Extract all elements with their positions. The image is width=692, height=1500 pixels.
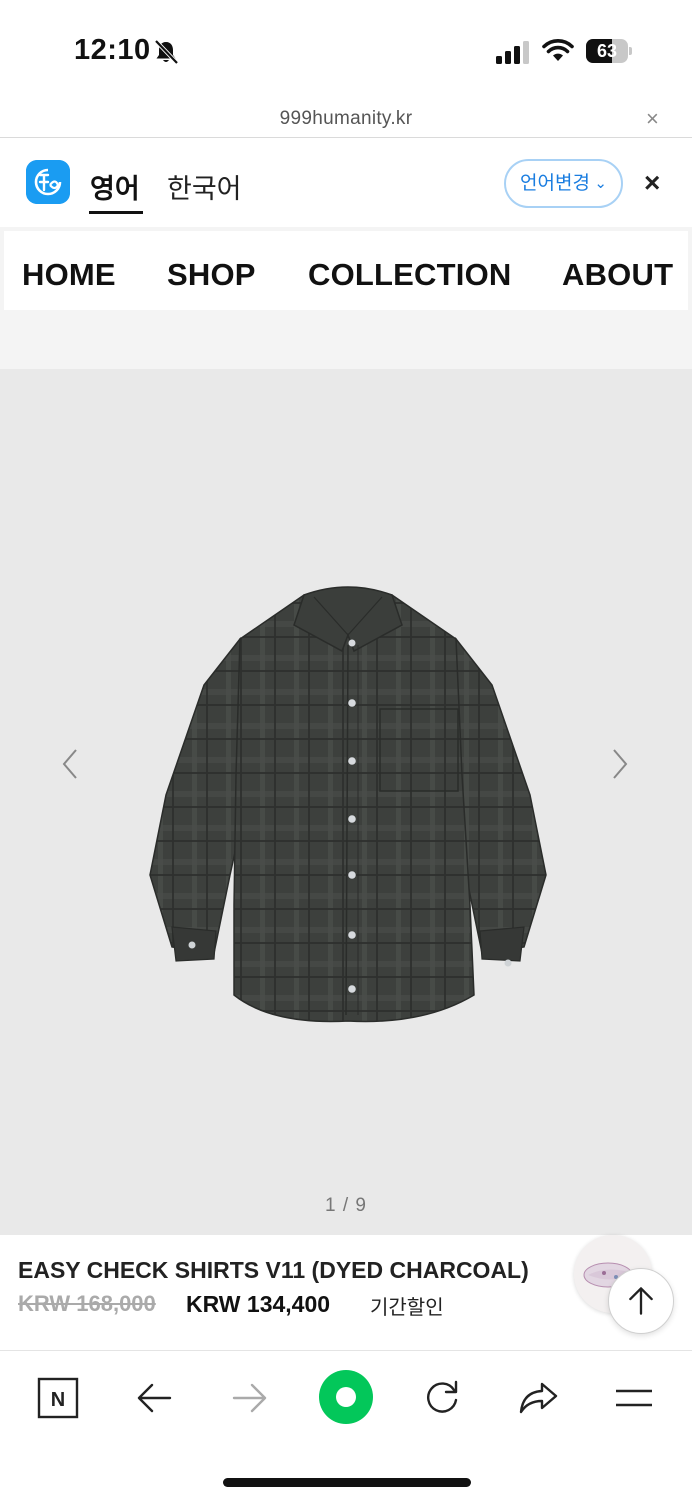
tab-english[interactable]: 영어: [90, 167, 140, 206]
wifi-icon: [542, 39, 574, 61]
naver-n-label: N: [51, 1389, 65, 1411]
nav-item-shop[interactable]: SHOP: [167, 257, 256, 293]
site-nav-wrapper: HOME SHOP COLLECTION ABOUT: [0, 227, 692, 369]
scroll-top-button[interactable]: [608, 1268, 674, 1334]
change-language-button[interactable]: 언어변경 ⌄: [504, 159, 623, 208]
original-price: KRW 168,000: [18, 1291, 156, 1316]
back-arrow-icon[interactable]: [132, 1376, 176, 1420]
product-info: EASY CHECK SHIRTS V11 (DYED CHARCOAL) KR…: [0, 1235, 692, 1351]
battery-icon: 63: [586, 39, 632, 63]
forward-arrow-icon[interactable]: [228, 1376, 272, 1420]
shirt-photo: [149, 586, 547, 1023]
home-indicator[interactable]: [223, 1478, 471, 1487]
translate-logo-icon: [26, 160, 70, 204]
sale-note: 기간할인: [370, 1297, 444, 1319]
active-tab-underline: [89, 211, 143, 214]
nav-item-collection[interactable]: COLLECTION: [308, 257, 512, 293]
naver-n-icon[interactable]: N: [36, 1376, 80, 1420]
product-gallery[interactable]: 1 / 9: [0, 369, 692, 1235]
site-nav: HOME SHOP COLLECTION ABOUT: [4, 231, 688, 310]
gallery-counter: 1 / 9: [325, 1195, 367, 1216]
url-text[interactable]: 999humanity.kr: [0, 108, 692, 130]
change-language-label: 언어변경: [520, 173, 590, 194]
green-dot-home-icon[interactable]: [319, 1370, 373, 1424]
nav-item-home[interactable]: HOME: [22, 257, 116, 293]
browser-toolbar: N: [0, 1352, 692, 1500]
url-close-icon[interactable]: ×: [646, 106, 659, 132]
url-bar[interactable]: 999humanity.kr ×: [0, 100, 692, 138]
status-bar: 12:10 63: [0, 0, 692, 100]
status-time: 12:10: [74, 34, 151, 66]
share-icon[interactable]: [516, 1376, 560, 1420]
chevron-down-icon: ⌄: [594, 175, 607, 192]
signal-icon: [496, 41, 529, 64]
translate-bar: 영어 한국어 언어변경 ⌄ ×: [0, 139, 692, 227]
menu-icon[interactable]: [612, 1376, 656, 1420]
translate-close-icon[interactable]: ×: [644, 167, 660, 199]
chevron-right-icon[interactable]: [608, 744, 632, 784]
battery-level: 63: [596, 41, 618, 61]
nav-item-about[interactable]: ABOUT: [562, 257, 673, 293]
chevron-left-icon[interactable]: [58, 744, 82, 784]
sale-price: KRW 134,400: [186, 1291, 331, 1317]
product-title: EASY CHECK SHIRTS V11 (DYED CHARCOAL): [18, 1257, 529, 1283]
tab-korean[interactable]: 한국어: [167, 167, 242, 206]
bell-slash-icon: [154, 39, 179, 65]
reload-icon[interactable]: [420, 1376, 464, 1420]
